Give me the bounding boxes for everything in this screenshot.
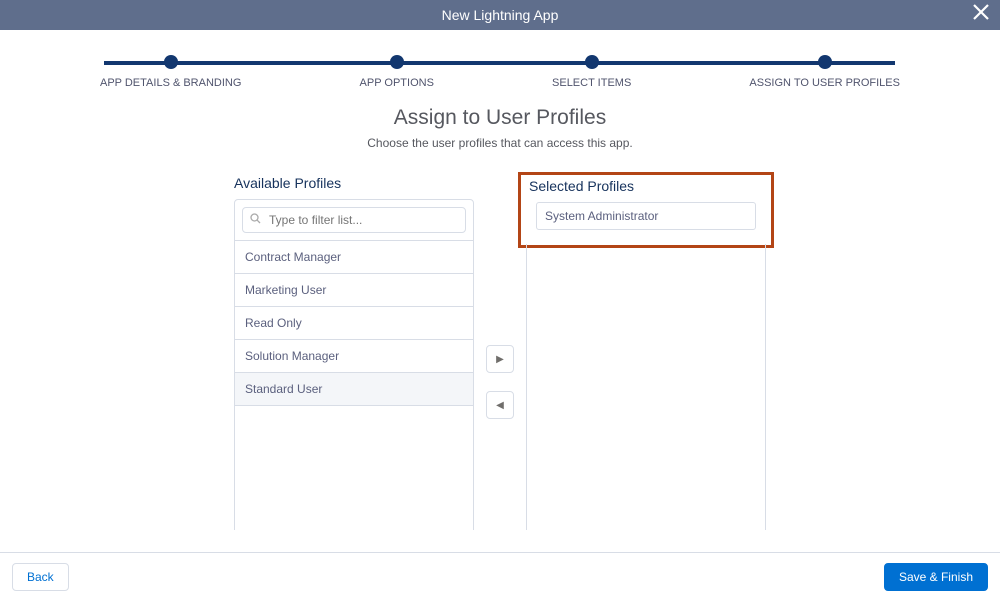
progress-dot-icon [818,55,832,69]
list-item[interactable]: Read Only [235,307,473,340]
list-item[interactable]: System Administrator [536,202,756,230]
progress-label: SELECT ITEMS [552,77,631,89]
selected-listbox [526,244,766,530]
step-subtitle: Choose the user profiles that can access… [30,136,970,150]
list-item[interactable]: Marketing User [235,274,473,307]
modal-header: New Lightning App [0,0,1000,30]
progress-step[interactable]: APP DETAILS & BRANDING [100,55,241,89]
progress-label: APP DETAILS & BRANDING [100,77,241,89]
progress-label: APP OPTIONS [360,77,434,89]
highlight-box: Selected Profiles System Administrator [518,172,774,248]
list-item[interactable]: Contract Manager [235,241,473,274]
selected-title: Selected Profiles [529,178,763,194]
chevron-left-icon: ◀ [496,400,504,411]
search-icon [250,213,261,227]
remove-button[interactable]: ◀ [486,391,514,419]
step-title: Assign to User Profiles [30,106,970,130]
progress-dot-icon [585,55,599,69]
progress-step[interactable]: APP OPTIONS [360,55,434,89]
filter-input[interactable] [242,207,466,233]
add-button[interactable]: ▶ [486,345,514,373]
modal-title: New Lightning App [442,7,559,23]
save-finish-button[interactable]: Save & Finish [884,563,988,591]
content-area: Assign to User Profiles Choose the user … [0,89,1000,530]
search-wrap [235,200,473,241]
available-listbox: Contract Manager Marketing User Read Onl… [234,199,474,530]
available-title: Available Profiles [234,175,474,191]
transfer-buttons: ▶ ◀ [486,175,514,419]
list-item[interactable]: Solution Manager [235,340,473,373]
progress-dot-icon [164,55,178,69]
progress-dot-icon [390,55,404,69]
progress-indicator: APP DETAILS & BRANDING APP OPTIONS SELEC… [0,30,1000,89]
footer: Back Save & Finish [0,552,1000,601]
progress-step[interactable]: ASSIGN TO USER PROFILES [749,55,900,89]
available-panel: Available Profiles Contract Manager Mark… [234,175,474,530]
list-item[interactable]: Standard User [235,373,473,406]
progress-label: ASSIGN TO USER PROFILES [749,77,900,89]
close-icon[interactable] [972,3,990,27]
back-button[interactable]: Back [12,563,69,591]
progress-step[interactable]: SELECT ITEMS [552,55,631,89]
dual-listbox: Available Profiles Contract Manager Mark… [30,175,970,530]
selected-panel: Selected Profiles System Administrator [526,175,766,530]
chevron-right-icon: ▶ [496,354,504,365]
